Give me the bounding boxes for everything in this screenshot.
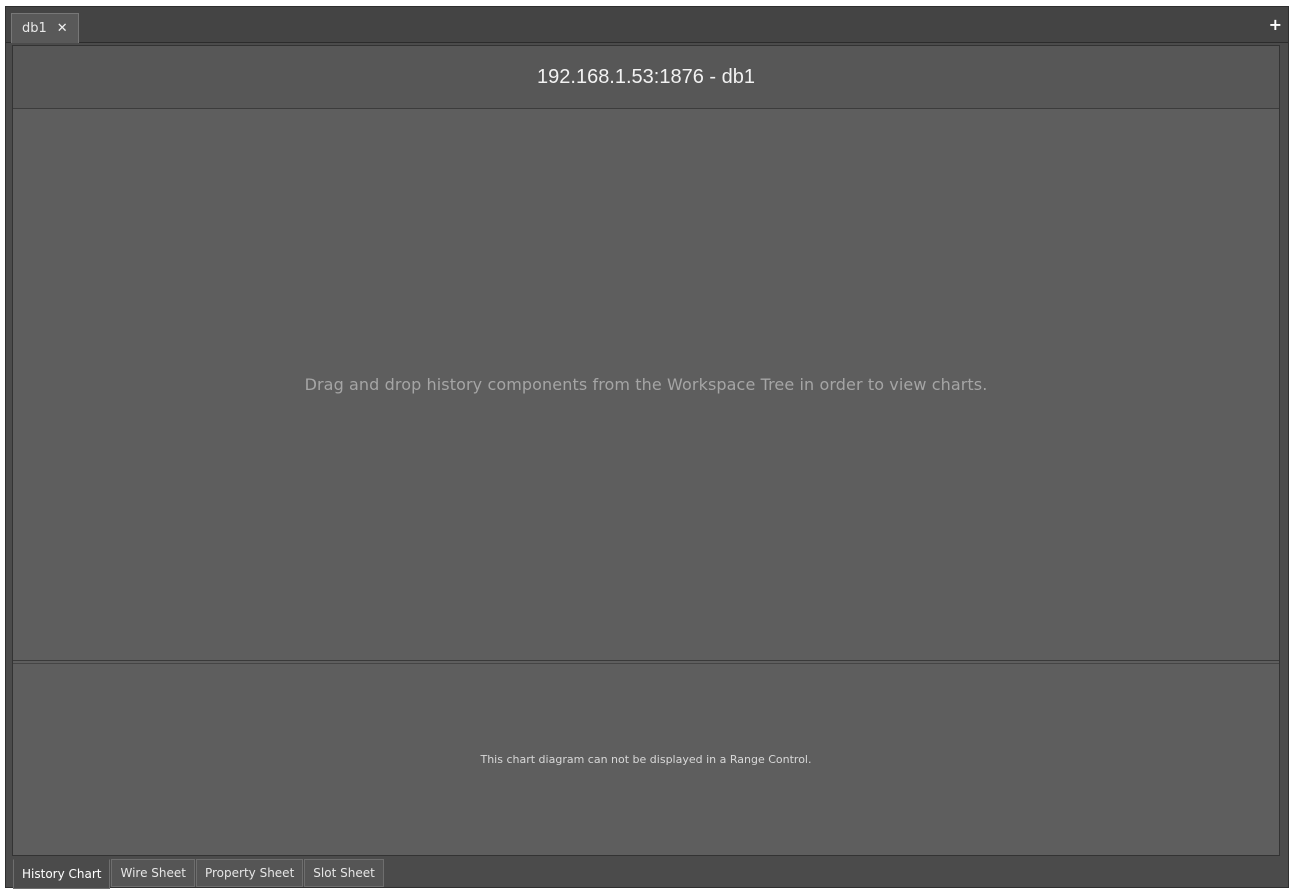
app-window: db1 ✕ + 192.168.1.53:1876 - db1 Drag and… <box>5 6 1289 889</box>
tab-slot-sheet[interactable]: Slot Sheet <box>304 859 384 887</box>
document-tab-label: db1 <box>22 21 47 36</box>
view-tab-strip: History Chart Wire Sheet Property Sheet … <box>13 859 385 889</box>
tab-history-chart[interactable]: History Chart <box>13 859 111 889</box>
plus-icon[interactable]: + <box>1269 17 1282 33</box>
tab-property-sheet[interactable]: Property Sheet <box>195 859 304 887</box>
history-chart-view: 192.168.1.53:1876 - db1 Drag and drop hi… <box>12 45 1280 856</box>
range-control-area: This chart diagram can not be displayed … <box>13 663 1279 855</box>
document-tab-strip: db1 ✕ + <box>6 7 1288 43</box>
range-control-message: This chart diagram can not be displayed … <box>480 753 812 766</box>
chart-drop-area[interactable]: Drag and drop history components from th… <box>13 109 1279 661</box>
document-tab-db1[interactable]: db1 ✕ <box>11 13 79 43</box>
view-title: 192.168.1.53:1876 - db1 <box>13 46 1279 109</box>
close-icon[interactable]: ✕ <box>57 22 68 35</box>
chart-placeholder-message: Drag and drop history components from th… <box>304 375 988 394</box>
tab-wire-sheet[interactable]: Wire Sheet <box>111 859 195 887</box>
